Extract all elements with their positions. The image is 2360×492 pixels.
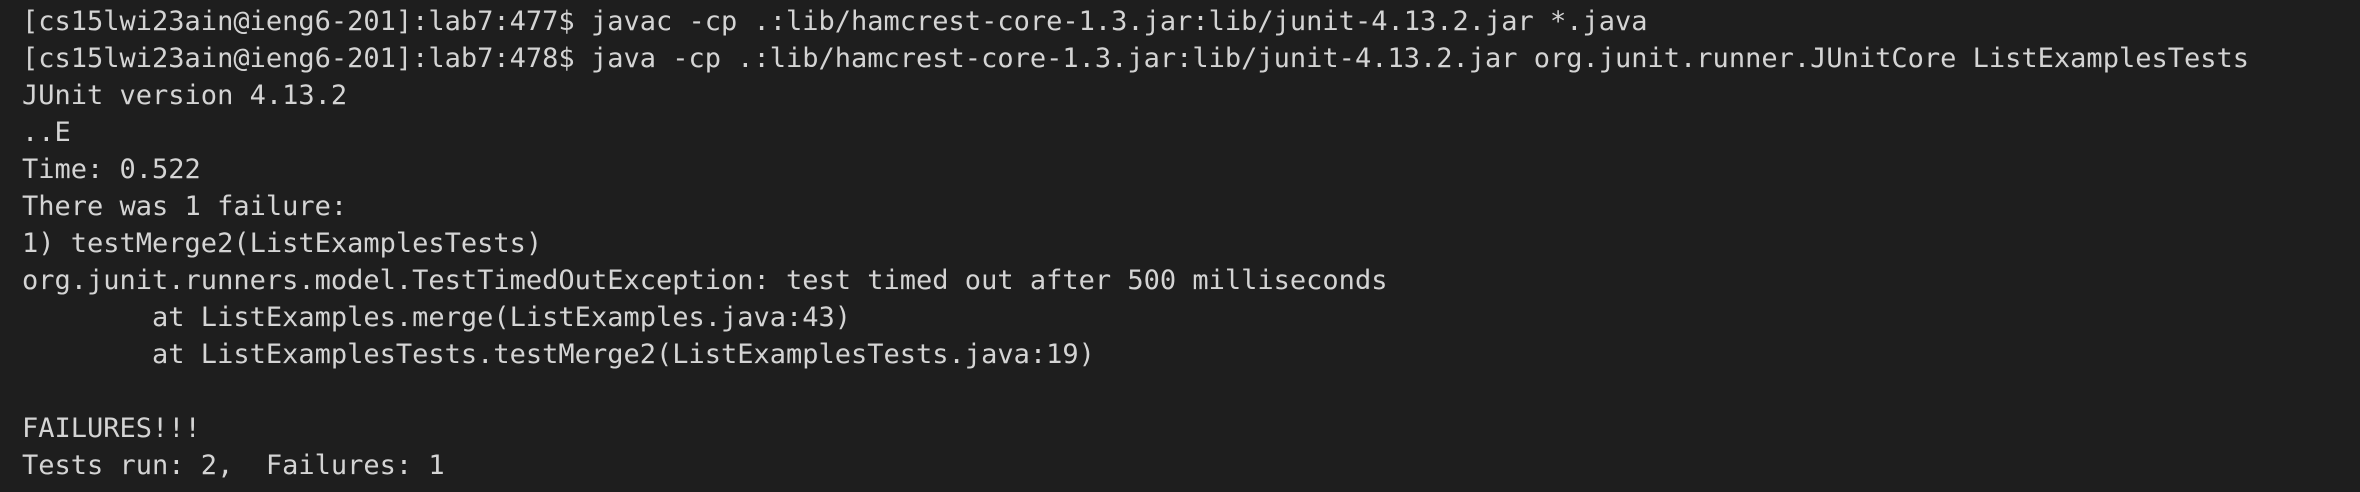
output-failed-test: 1) testMerge2(ListExamplesTests)	[22, 228, 543, 259]
output-failure-count: There was 1 failure:	[22, 191, 348, 222]
output-stack-frame: at ListExamples.merge(ListExamples.java:…	[22, 302, 852, 333]
output-test-progress: ..E	[22, 117, 71, 148]
output-exception: org.junit.runners.model.TestTimedOutExce…	[22, 265, 1388, 296]
output-failures-banner: FAILURES!!!	[22, 413, 201, 444]
output-stack-frame: at ListExamplesTests.testMerge2(ListExam…	[22, 339, 1095, 370]
output-blank-line	[22, 373, 2360, 410]
output-junit-version: JUnit version 4.13.2	[22, 80, 348, 111]
output-test-summary: Tests run: 2, Failures: 1	[22, 450, 445, 481]
command-line-javac: [cs15lwi23ain@ieng6-201]:lab7:477$ javac…	[22, 6, 1648, 37]
terminal-window[interactable]: [cs15lwi23ain@ieng6-201]:lab7:477$ javac…	[0, 0, 2360, 492]
output-time: Time: 0.522	[22, 154, 201, 185]
command-line-java-junit: [cs15lwi23ain@ieng6-201]:lab7:478$ java …	[22, 43, 2249, 74]
